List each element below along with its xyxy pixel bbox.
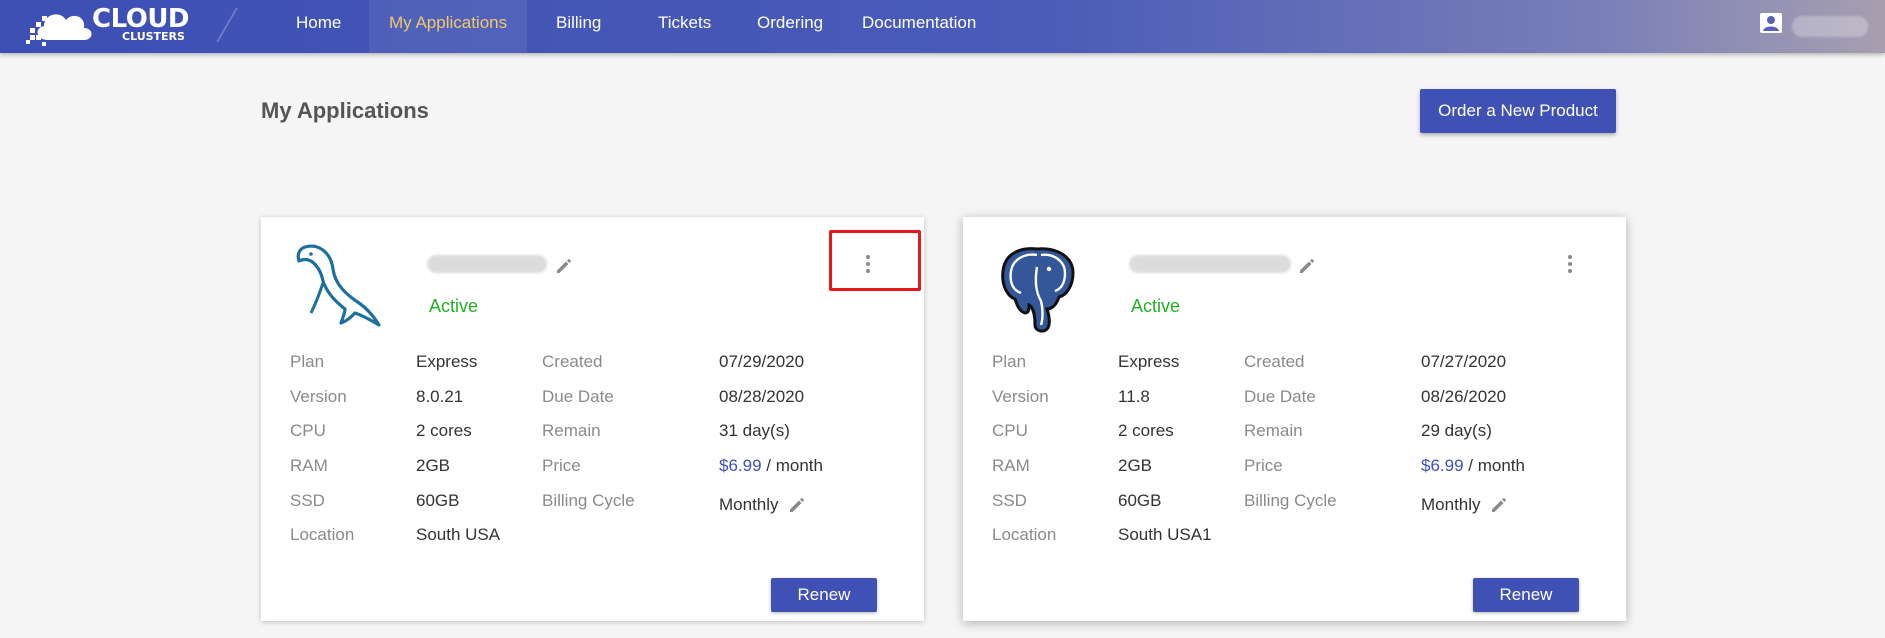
account-box-icon[interactable] [1759, 12, 1783, 34]
price-unit: / month [766, 456, 823, 475]
edit-icon[interactable] [1297, 256, 1317, 276]
price-unit: / month [1468, 456, 1525, 475]
remain-label: Remain [1244, 421, 1303, 440]
plan-value: Express [416, 352, 478, 371]
nav-home[interactable]: Home [296, 0, 341, 53]
logo-text-main: CLOUD [92, 4, 190, 34]
plan-value: Express [1118, 352, 1180, 371]
ram-value: 2GB [416, 456, 451, 475]
ssd-value: 60GB [416, 491, 460, 510]
billing-cycle-label: Billing Cycle [542, 491, 635, 510]
price-label: Price [542, 456, 581, 475]
ram-value: 2GB [1118, 456, 1153, 475]
user-name-redacted[interactable] [1792, 16, 1868, 37]
status-badge: Active [1131, 296, 1181, 316]
remain-value: 29 day(s) [1421, 421, 1492, 440]
price-label: Price [1244, 456, 1283, 475]
nav-billing[interactable]: Billing [556, 0, 601, 53]
nav-tickets[interactable]: Tickets [658, 0, 711, 53]
created-label: Created [1244, 352, 1305, 371]
billing-cycle-value: Monthly [1421, 495, 1481, 514]
nav-ordering[interactable]: Ordering [757, 0, 823, 53]
price-amount: $6.99 [719, 456, 762, 475]
edit-icon[interactable] [554, 256, 574, 276]
created-value: 07/29/2020 [719, 352, 805, 371]
application-name-redacted [1129, 255, 1291, 273]
application-card: Active Plan Express Version 11.8 CPU 2 c… [963, 217, 1626, 621]
due-date-label: Due Date [542, 387, 614, 406]
application-card: Active Plan Express Version 8.0.21 CPU 2… [261, 217, 924, 621]
ssd-label: SSD [290, 491, 325, 510]
remain-label: Remain [542, 421, 601, 440]
created-label: Created [542, 352, 603, 371]
logo-text-sub: CLUSTERS [122, 30, 185, 43]
due-date-value: 08/28/2020 [719, 387, 805, 406]
location-label: Location [290, 525, 355, 544]
ssd-value: 60GB [1118, 491, 1162, 510]
edit-icon[interactable] [1489, 495, 1509, 515]
version-value: 11.8 [1118, 387, 1150, 406]
nav-documentation[interactable]: Documentation [862, 0, 976, 53]
created-value: 07/27/2020 [1421, 352, 1507, 371]
divider [216, 8, 238, 42]
location-value: South USA1 [1118, 525, 1212, 544]
price-value: $6.99 / month [719, 456, 823, 476]
mysql-dolphin-icon [296, 244, 381, 327]
order-new-product-button[interactable]: Order a New Product [1420, 89, 1616, 133]
version-label: Version [992, 387, 1049, 406]
location-label: Location [992, 525, 1057, 544]
version-label: Version [290, 387, 347, 406]
more-vert-icon[interactable] [1565, 253, 1575, 275]
page-title: My Applications [261, 98, 429, 123]
due-date-label: Due Date [1244, 387, 1316, 406]
cpu-value: 2 cores [416, 421, 472, 440]
cloud-logo-icon [26, 14, 92, 46]
due-date-value: 08/26/2020 [1421, 387, 1507, 406]
billing-cycle-value: Monthly [719, 495, 779, 514]
price-amount: $6.99 [1421, 456, 1464, 475]
location-value: South USA [416, 525, 501, 544]
cpu-label: CPU [992, 421, 1028, 440]
plan-label: Plan [992, 352, 1027, 371]
plan-label: Plan [290, 352, 325, 371]
ssd-label: SSD [992, 491, 1027, 510]
renew-button[interactable]: Renew [1473, 578, 1579, 612]
remain-value: 31 day(s) [719, 421, 790, 440]
version-value: 8.0.21 [416, 387, 464, 406]
ram-label: RAM [290, 456, 328, 475]
edit-icon[interactable] [787, 495, 807, 515]
renew-button[interactable]: Renew [771, 578, 877, 612]
status-badge: Active [429, 296, 479, 316]
postgresql-elephant-icon [1001, 247, 1075, 333]
ram-label: RAM [992, 456, 1030, 475]
billing-cycle-label: Billing Cycle [1244, 491, 1337, 510]
cpu-label: CPU [290, 421, 326, 440]
cpu-value: 2 cores [1118, 421, 1174, 440]
more-vert-icon[interactable] [863, 253, 873, 275]
top-navigation-bar: CLOUD CLUSTERS Home My Applications Bill… [0, 0, 1885, 53]
price-value: $6.99 / month [1421, 456, 1525, 476]
application-name-redacted [427, 255, 547, 273]
cloud-clusters-logo[interactable]: CLOUD CLUSTERS [26, 4, 196, 48]
nav-my-applications[interactable]: My Applications [369, 0, 528, 53]
